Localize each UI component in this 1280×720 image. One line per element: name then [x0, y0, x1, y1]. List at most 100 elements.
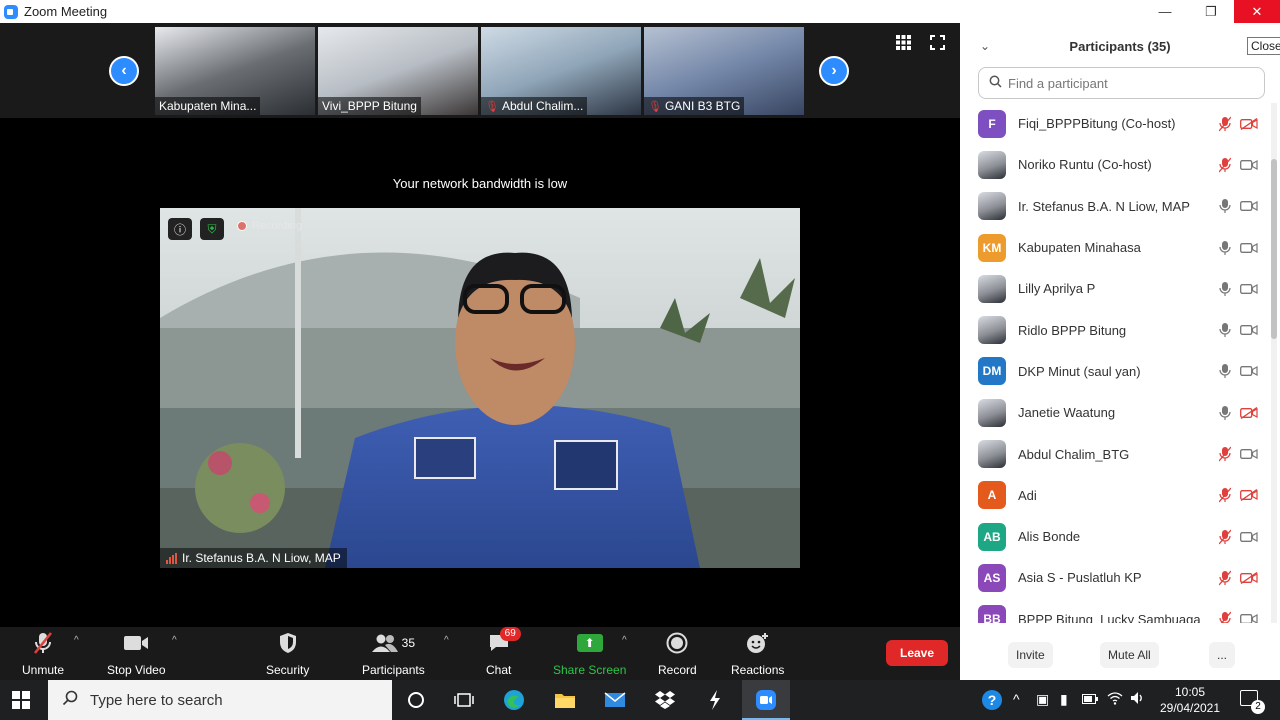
file-explorer-icon[interactable]: [552, 688, 578, 712]
help-icon[interactable]: ?: [981, 689, 1003, 714]
battery-icon[interactable]: [1082, 691, 1098, 707]
leave-meeting-button[interactable]: Leave: [886, 640, 948, 666]
microphone-muted-icon[interactable]: [1216, 610, 1234, 623]
record-button[interactable]: Record: [658, 631, 697, 677]
video-camera-icon[interactable]: [1240, 528, 1258, 546]
invite-button[interactable]: Invite: [1008, 642, 1053, 668]
participant-row[interactable]: DM DKP Minut (saul yan): [960, 351, 1272, 392]
participant-row[interactable]: KM Kabupaten Minahasa: [960, 227, 1272, 268]
participant-row[interactable]: AS Asia S - Puslatluh KP: [960, 557, 1272, 598]
thumbnail-strip: ‹ Kabupaten Mina... Vivi_BPPP Bitung 🎙 Abdu…: [0, 23, 960, 118]
previous-page-button[interactable]: ‹: [109, 56, 139, 86]
share-options-caret[interactable]: ^: [622, 635, 627, 646]
participant-row[interactable]: Abdul Chalim_BTG: [960, 433, 1272, 474]
maximize-button[interactable]: ❐: [1188, 0, 1234, 23]
participant-avatar: [978, 274, 1006, 303]
cortana-icon[interactable]: [403, 688, 429, 712]
video-off-icon[interactable]: [1240, 486, 1258, 504]
lightning-app-icon[interactable]: [702, 688, 728, 712]
participant-row[interactable]: Lilly Aprilya P: [960, 268, 1272, 309]
gallery-view-icon[interactable]: [894, 33, 912, 51]
stop-video-button[interactable]: Stop Video: [107, 631, 166, 677]
unmute-button[interactable]: Unmute: [22, 631, 64, 677]
video-camera-icon[interactable]: [1240, 445, 1258, 463]
close-button[interactable]: ✕: [1234, 0, 1280, 23]
wifi-icon[interactable]: [1107, 691, 1123, 708]
participant-row[interactable]: Noriko Runtu (Co-host): [960, 144, 1272, 185]
participant-avatar: KM: [978, 233, 1006, 262]
participant-thumbnail[interactable]: Vivi_BPPP Bitung: [318, 27, 478, 115]
participants-options-caret[interactable]: ^: [444, 635, 449, 646]
mail-icon[interactable]: [602, 688, 628, 712]
participant-search-input[interactable]: [1008, 75, 1248, 91]
video-camera-icon[interactable]: [1240, 280, 1258, 298]
participant-thumbnail[interactable]: 🎙 GANI B3 BTG: [644, 27, 804, 115]
shield-icon[interactable]: ⛨: [200, 218, 224, 240]
task-view-icon[interactable]: [451, 688, 477, 712]
usb-icon[interactable]: ▮: [1060, 691, 1068, 708]
video-camera-icon[interactable]: [1240, 197, 1258, 215]
dropbox-icon[interactable]: [652, 688, 678, 712]
share-screen-button[interactable]: ⬆ Share Screen: [553, 631, 626, 677]
recording-dot-icon: [237, 221, 247, 231]
microphone-muted-icon[interactable]: [1216, 115, 1234, 133]
video-camera-icon[interactable]: [1240, 362, 1258, 380]
microphone-muted-icon[interactable]: [1216, 486, 1234, 504]
reactions-button[interactable]: Reactions: [731, 631, 784, 677]
thumbnail-name-text: Kabupaten Mina...: [159, 99, 257, 113]
participant-row[interactable]: BB BPPP Bitung_Lucky Sambuaga: [960, 599, 1272, 623]
security-button[interactable]: Security: [266, 631, 309, 677]
chat-button[interactable]: 69 Chat: [486, 627, 521, 677]
system-clock[interactable]: 10:05 29/04/2021: [1150, 684, 1230, 716]
video-options-caret[interactable]: ^: [172, 635, 177, 646]
video-off-icon[interactable]: [1240, 569, 1258, 587]
taskbar-search-input[interactable]: [90, 691, 370, 709]
volume-icon[interactable]: [1130, 691, 1146, 708]
microphone-icon[interactable]: [1216, 321, 1234, 339]
chevron-up-icon[interactable]: ^: [1013, 691, 1020, 707]
participant-row[interactable]: F Fiqi_BPPPBitung (Co-host): [960, 103, 1272, 144]
participant-row[interactable]: Janetie Waatung: [960, 392, 1272, 433]
participant-row[interactable]: A Adi: [960, 475, 1272, 516]
window-title: Zoom Meeting: [24, 4, 108, 19]
minimize-button[interactable]: —: [1142, 0, 1188, 23]
microphone-muted-icon[interactable]: [1216, 528, 1234, 546]
thumbnail-name-text: GANI B3 BTG: [664, 99, 741, 113]
fullscreen-icon[interactable]: [928, 33, 946, 51]
next-page-button[interactable]: ›: [819, 56, 849, 86]
meeting-stage: ‹ Kabupaten Mina... Vivi_BPPP Bitung 🎙 Abdu…: [0, 23, 960, 627]
audio-options-caret[interactable]: ^: [74, 635, 79, 646]
microphone-muted-icon[interactable]: [1216, 445, 1234, 463]
microphone-muted-icon[interactable]: [1216, 569, 1234, 587]
microphone-muted-icon[interactable]: [1216, 156, 1234, 174]
video-camera-icon[interactable]: [1240, 321, 1258, 339]
video-camera-icon[interactable]: [1240, 239, 1258, 257]
participants-scrollbar[interactable]: [1271, 103, 1277, 623]
windows-start-icon[interactable]: [12, 691, 30, 709]
microphone-icon[interactable]: [1216, 197, 1234, 215]
microphone-icon[interactable]: [1216, 362, 1234, 380]
participant-thumbnail[interactable]: 🎙 Abdul Chalim...: [481, 27, 641, 115]
more-options-button[interactable]: ...: [1209, 642, 1236, 668]
participant-avatar: F: [978, 109, 1006, 138]
meet-now-icon[interactable]: ▣: [1036, 691, 1049, 708]
participant-thumbnail[interactable]: Kabupaten Mina...: [155, 27, 315, 115]
participant-name: Kabupaten Minahasa: [1018, 240, 1141, 256]
participant-avatar: BB: [978, 605, 1006, 623]
meeting-info-icon[interactable]: ⓘ: [168, 218, 192, 240]
microphone-icon[interactable]: [1216, 280, 1234, 298]
video-off-icon[interactable]: [1240, 115, 1258, 133]
participant-row[interactable]: Ir. Stefanus B.A. N Liow, MAP: [960, 186, 1272, 227]
video-camera-icon[interactable]: [1240, 156, 1258, 174]
mute-all-button[interactable]: Mute All: [1100, 642, 1159, 668]
video-camera-icon[interactable]: [1240, 610, 1258, 623]
participants-button[interactable]: 35 Participants: [362, 631, 425, 677]
video-off-icon[interactable]: [1240, 404, 1258, 422]
microphone-icon[interactable]: [1216, 239, 1234, 257]
participant-row[interactable]: AB Alis Bonde: [960, 516, 1272, 557]
zoom-icon[interactable]: [753, 688, 779, 712]
edge-browser-icon[interactable]: [501, 688, 527, 712]
participant-row[interactable]: Ridlo BPPP Bitung: [960, 309, 1272, 350]
collapse-panel-icon[interactable]: ⌄: [980, 39, 990, 53]
microphone-icon[interactable]: [1216, 404, 1234, 422]
